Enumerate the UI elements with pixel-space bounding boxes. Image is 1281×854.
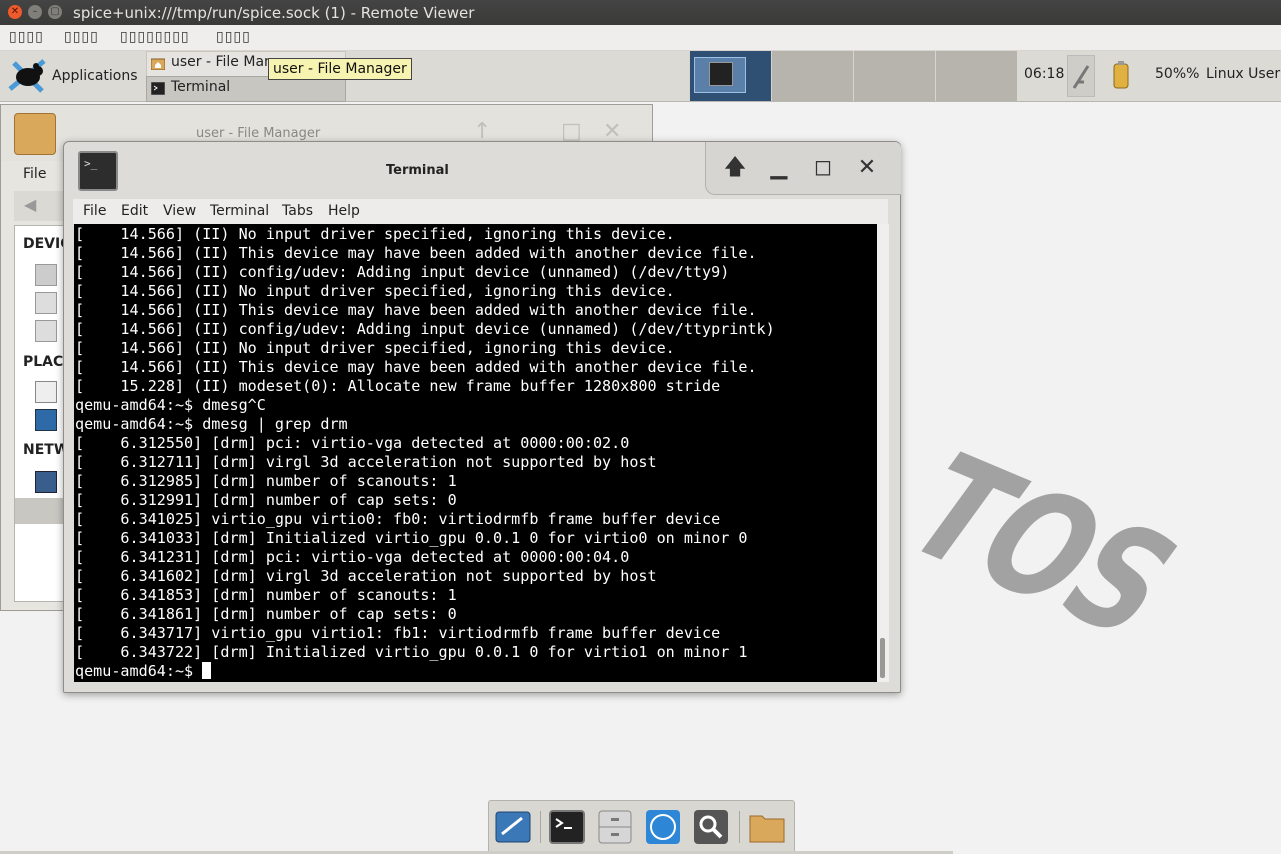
workspace-2[interactable] — [771, 51, 853, 101]
host-menubar: ▯▯▯▯ ▯▯▯▯ ▯▯▯▯▯▯▯▯ ▯▯▯▯ — [0, 25, 1281, 51]
desktop-icon[interactable] — [35, 409, 57, 431]
section-devices: DEVIC — [23, 236, 66, 252]
terminal-line: [ 6.312711] [drm] virgl 3d acceleration … — [75, 453, 657, 471]
terminal-line: [ 6.312550] [drm] pci: virtio-vga detect… — [75, 434, 630, 452]
terminal-line: [ 6.341602] [drm] virgl 3d acceleration … — [75, 567, 657, 585]
menu-edit[interactable]: Edit — [121, 203, 148, 219]
host-menu-item-4[interactable]: ▯▯▯▯ — [216, 29, 251, 45]
terminal-line: [ 14.566] (II) No input driver specified… — [75, 225, 675, 243]
terminal-line: [ 6.341033] [drm] Initialized virtio_gpu… — [75, 529, 748, 547]
terminal-icon: >_ — [78, 151, 118, 191]
terminal-line: [ 6.341231] [drm] pci: virtio-vga detect… — [75, 548, 630, 566]
eject-icon[interactable] — [35, 292, 57, 314]
network-icon[interactable] — [35, 471, 57, 493]
terminal-line: [ 14.566] (II) This device may have been… — [75, 301, 757, 319]
minimize-icon[interactable]: ▁ — [767, 156, 791, 180]
menu-help[interactable]: Help — [328, 203, 360, 219]
volume-level[interactable]: 50%% — [1155, 66, 1199, 82]
top-panel: Applications user - File Manager Termina… — [0, 51, 1281, 102]
section-network: NETW — [23, 442, 66, 458]
desktop-logo: TOS — [873, 426, 1207, 666]
terminal-line: [ 6.341861] [drm] number of cap sets: 0 — [75, 605, 457, 623]
terminal-line: [ 14.566] (II) This device may have been… — [75, 244, 757, 262]
terminal-line: [ 14.566] (II) No input driver specified… — [75, 282, 675, 300]
close-icon[interactable]: ✕ — [855, 156, 879, 180]
host-titlebar: ✕ – ▢ spice+unix:///tmp/run/spice.sock (… — [0, 0, 1281, 25]
close-icon[interactable]: ✕ — [8, 5, 22, 19]
menu-file[interactable]: File — [83, 203, 106, 219]
search-icon[interactable] — [692, 808, 730, 846]
tooltip: user - File Manager — [268, 58, 412, 80]
drive-icon[interactable] — [35, 264, 57, 286]
taskbar-item-label: Terminal — [171, 79, 231, 95]
terminal-line: [ 14.566] (II) config/udev: Adding input… — [75, 320, 775, 338]
terminal-icon[interactable] — [548, 808, 586, 846]
terminal-line: [ 6.343722] [drm] Initialized virtio_gpu… — [75, 643, 748, 661]
terminal-window: >_ Terminal 🡅 ▁ ◻ ✕ File Edit View Termi… — [63, 141, 901, 693]
host-menu-item-3[interactable]: ▯▯▯▯▯▯▯▯ — [120, 29, 190, 45]
home-folder-icon — [14, 113, 56, 155]
clock[interactable]: 06:18 — [1024, 66, 1064, 82]
terminal-icon — [151, 82, 165, 95]
terminal-line: [ 6.341025] virtio_gpu virtio0: fb0: vir… — [75, 510, 721, 528]
terminal-line: [ 14.566] (II) This device may have been… — [75, 358, 757, 376]
dock-separator — [739, 811, 740, 843]
shade-icon[interactable]: 🡅 — [723, 156, 747, 180]
dock-separator — [540, 811, 541, 843]
terminal-scrollbar[interactable] — [877, 224, 889, 682]
terminal-output[interactable]: [ 14.566] (II) No input driver specified… — [74, 224, 877, 682]
terminal-line: [ 6.341853] [drm] number of scanouts: 1 — [75, 586, 457, 604]
terminal-titlebar[interactable]: >_ Terminal 🡅 ▁ ◻ ✕ — [64, 142, 901, 198]
home-icon[interactable] — [35, 381, 57, 403]
folder-icon[interactable] — [748, 808, 786, 846]
menu-tabs[interactable]: Tabs — [282, 203, 313, 219]
window-controls: 🡅 ▁ ◻ ✕ — [705, 142, 901, 195]
window-title: spice+unix:///tmp/run/spice.sock (1) - R… — [73, 4, 475, 22]
file-cabinet-icon[interactable] — [596, 808, 634, 846]
web-browser-icon[interactable] — [644, 808, 682, 846]
text-cursor — [202, 662, 212, 679]
settings-icon[interactable] — [494, 808, 532, 846]
maximize-icon[interactable]: ◻ — [811, 156, 835, 180]
scrollbar-thumb[interactable] — [880, 638, 885, 678]
xfce-mouse-icon — [8, 59, 46, 93]
file-manager-toolbar: ◀ — [14, 191, 64, 221]
network-icon[interactable] — [1067, 55, 1095, 97]
terminal-line: [ 6.312985] [drm] number of scanouts: 1 — [75, 472, 457, 490]
host-menu-item-1[interactable]: ▯▯▯▯ — [9, 29, 44, 45]
terminal-line: [ 6.343717] virtio_gpu virtio1: fb1: vir… — [75, 624, 721, 642]
eject-icon[interactable] — [35, 320, 57, 342]
terminal-title: Terminal — [386, 163, 449, 178]
menu-file[interactable]: File — [23, 166, 46, 182]
back-icon[interactable]: ◀ — [24, 195, 36, 214]
host-menu-item-2[interactable]: ▯▯▯▯ — [64, 29, 99, 45]
terminal-prompt: qemu-amd64:~$ — [75, 662, 203, 680]
bottom-dock — [488, 800, 795, 854]
selected-place — [15, 498, 65, 524]
maximize-icon[interactable]: ▢ — [48, 5, 62, 19]
workspace-1[interactable] — [689, 51, 771, 101]
file-manager-sidebar: DEVIC PLAC NETW — [14, 225, 66, 602]
terminal-line: [ 14.566] (II) No input driver specified… — [75, 339, 675, 357]
file-manager-title: user - File Manager — [196, 126, 321, 141]
menu-terminal[interactable]: Terminal — [210, 203, 269, 219]
terminal-line: [ 15.228] (II) modeset(0): Allocate new … — [75, 377, 721, 395]
applications-label: Applications — [52, 68, 138, 84]
terminal-line: qemu-amd64:~$ dmesg^C — [75, 396, 266, 414]
terminal-line: [ 6.312991] [drm] number of cap sets: 0 — [75, 491, 457, 509]
workspace-3[interactable] — [853, 51, 935, 101]
home-folder-icon — [151, 58, 165, 70]
applications-menu-button[interactable]: Applications — [2, 53, 142, 99]
workspace-4[interactable] — [935, 51, 1017, 101]
section-places: PLAC — [23, 354, 64, 370]
terminal-text: [ 14.566] (II) No input driver specified… — [75, 225, 775, 681]
battery-icon[interactable] — [1112, 61, 1130, 89]
minimize-icon[interactable]: – — [28, 5, 42, 19]
user-menu[interactable]: Linux User — [1206, 66, 1280, 82]
terminal-line: qemu-amd64:~$ dmesg | grep drm — [75, 415, 348, 433]
menu-view[interactable]: View — [163, 203, 196, 219]
terminal-line: [ 14.566] (II) config/udev: Adding input… — [75, 263, 730, 281]
terminal-menubar: File Edit View Terminal Tabs Help — [73, 199, 888, 224]
